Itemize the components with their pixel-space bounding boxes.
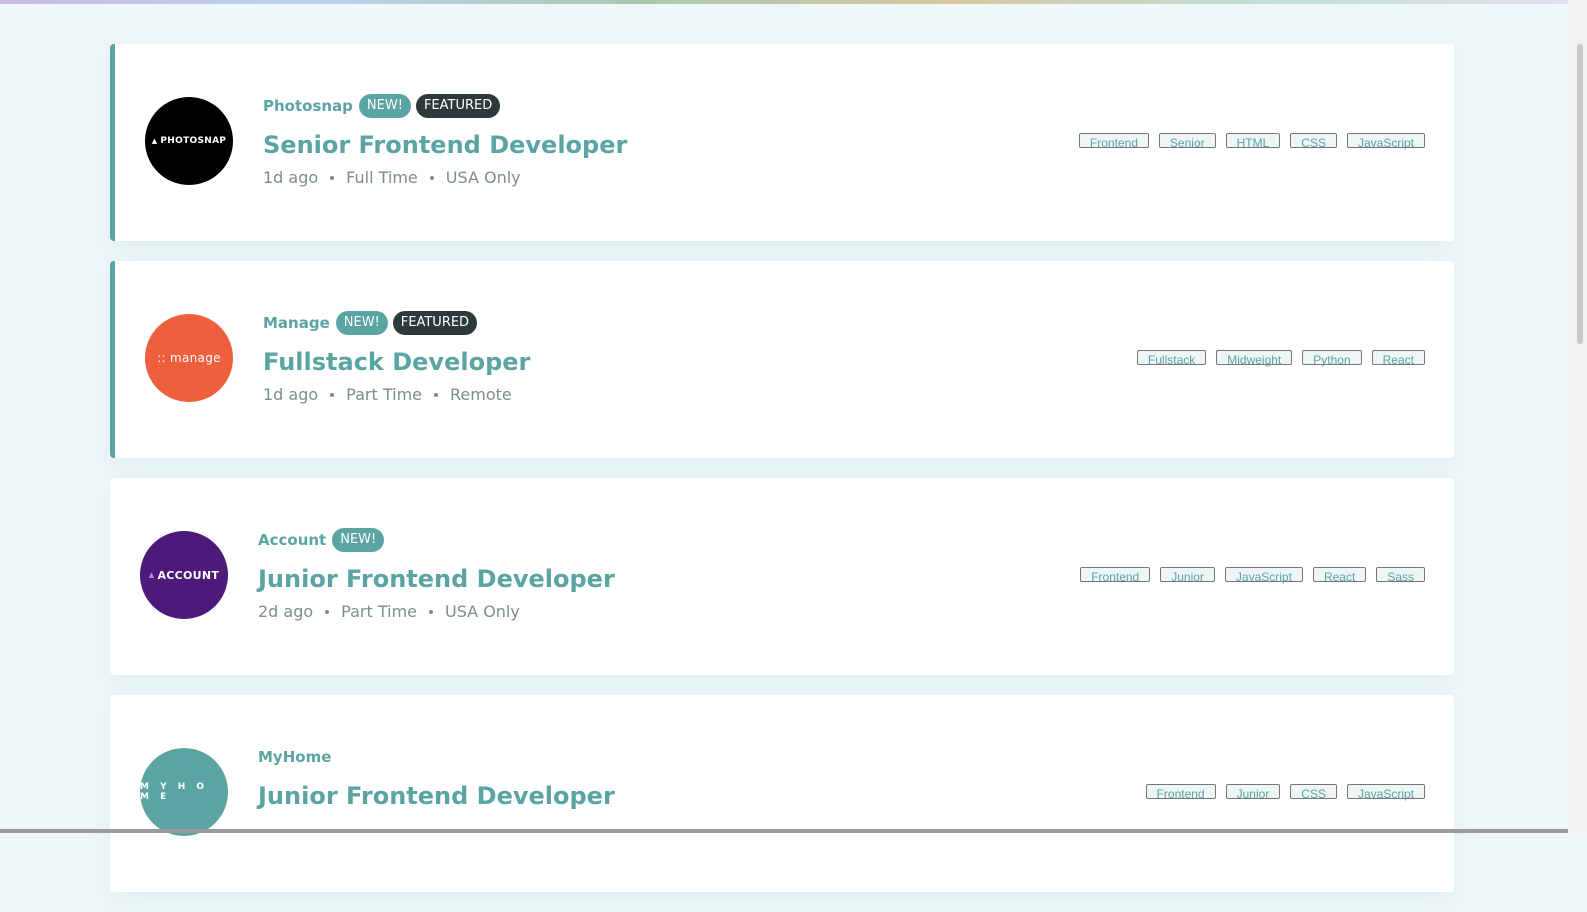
separator-dot — [434, 392, 438, 397]
posted-at: 1d ago — [263, 168, 319, 187]
tag-button[interactable]: Sass — [1376, 567, 1425, 584]
company-row: Photosnap NEW! FEATURED — [263, 94, 627, 118]
tag-button[interactable]: Senior — [1158, 133, 1216, 150]
job-location: Remote — [450, 385, 512, 404]
job-position[interactable]: Senior Frontend Developer — [263, 130, 627, 160]
company-logo-myhome: M Y H O M E — [140, 748, 228, 836]
tag-button[interactable]: CSS — [1290, 133, 1337, 150]
tag-list: Frontend Junior JavaScript React Sass — [1080, 567, 1425, 584]
separator-dot — [429, 609, 433, 614]
job-card-account: ▲ ACCOUNT Account NEW! Junior Frontend De… — [110, 478, 1454, 675]
tag-button[interactable]: React — [1371, 350, 1425, 367]
company-name: Photosnap — [263, 97, 353, 115]
job-meta: 1d ago Full Time USA Only — [263, 168, 627, 187]
new-badge: NEW! — [335, 311, 388, 335]
company-row: Account NEW! — [258, 528, 615, 552]
company-row: Manage NEW! FEATURED — [263, 311, 530, 335]
logo-text: ACCOUNT — [157, 568, 220, 582]
tag-list: Frontend Senior HTML CSS JavaScript — [1078, 133, 1425, 150]
new-badge: NEW! — [358, 94, 411, 118]
company-name: Manage — [263, 314, 330, 332]
tag-button[interactable]: Frontend — [1145, 784, 1216, 801]
job-info: Manage NEW! FEATURED Fullstack Developer… — [263, 311, 530, 404]
contract-type: Full Time — [346, 168, 418, 187]
tag-button[interactable]: JavaScript — [1346, 133, 1425, 150]
job-card-photosnap: ▲ PHOTOSNAP Photosnap NEW! FEATURED Senio… — [110, 44, 1454, 241]
posted-at: 2d ago — [258, 602, 314, 621]
separator-dot — [330, 392, 335, 397]
tag-button[interactable]: HTML — [1225, 133, 1281, 150]
tag-button[interactable]: Midweight — [1216, 350, 1293, 367]
tag-button[interactable]: Frontend — [1078, 133, 1149, 150]
tag-button[interactable]: JavaScript — [1224, 567, 1303, 584]
job-location: USA Only — [445, 602, 520, 621]
company-logo-account: ▲ ACCOUNT — [140, 531, 228, 619]
job-info: MyHome Junior Frontend Developer — [258, 745, 615, 811]
tag-list: Fullstack Midweight Python React — [1136, 350, 1425, 367]
separator-dot — [330, 175, 335, 180]
new-badge: NEW! — [332, 528, 385, 552]
job-info: Photosnap NEW! FEATURED Senior Frontend … — [263, 94, 627, 187]
company-name: MyHome — [258, 748, 332, 766]
tag-list: Frontend Junior CSS JavaScript — [1145, 784, 1425, 801]
tag-button[interactable]: JavaScript — [1346, 784, 1425, 801]
triangle-icon: ▲ — [148, 571, 155, 579]
tag-button[interactable]: Fullstack — [1136, 350, 1207, 367]
job-position[interactable]: Junior Frontend Developer — [258, 564, 615, 594]
job-meta: 2d ago Part Time USA Only — [258, 602, 615, 621]
featured-badge: FEATURED — [392, 311, 478, 335]
bottom-edge-bar — [0, 829, 1568, 833]
job-position[interactable]: Fullstack Developer — [263, 347, 530, 377]
logo-text: M Y H O M E — [140, 782, 209, 802]
tag-button[interactable]: CSS — [1290, 784, 1337, 801]
tag-button[interactable]: Junior — [1225, 784, 1281, 801]
tag-button[interactable]: Python — [1302, 350, 1362, 367]
company-logo-manage: :: manage — [145, 314, 233, 402]
contract-type: Part Time — [346, 385, 422, 404]
top-decorative-strip — [0, 0, 1587, 4]
tag-button[interactable]: Junior — [1160, 567, 1215, 584]
scrollbar-track[interactable] — [1568, 0, 1587, 833]
separator-dot — [429, 175, 434, 180]
job-meta: 1d ago Part Time Remote — [263, 385, 530, 404]
featured-badge: FEATURED — [415, 94, 501, 118]
triangle-icon: ▲ — [151, 137, 158, 145]
tag-button[interactable]: React — [1312, 567, 1367, 584]
company-logo-photosnap: ▲ PHOTOSNAP — [145, 97, 233, 185]
job-card-myhome: M Y H O M E MyHome Junior Frontend Devel… — [110, 695, 1454, 892]
logo-text: :: manage — [157, 351, 221, 365]
contract-type: Part Time — [341, 602, 417, 621]
job-location: USA Only — [445, 168, 521, 187]
company-name: Account — [258, 531, 327, 549]
job-info: Account NEW! Junior Frontend Developer 2… — [258, 528, 615, 621]
logo-text: PHOTOSNAP — [160, 136, 227, 146]
company-row: MyHome — [258, 745, 615, 769]
job-list: ▲ PHOTOSNAP Photosnap NEW! FEATURED Senio… — [110, 44, 1454, 912]
job-position[interactable]: Junior Frontend Developer — [258, 781, 615, 811]
tag-button[interactable]: Frontend — [1080, 567, 1151, 584]
job-card-manage: :: manage Manage NEW! FEATURED Fullstack… — [110, 261, 1454, 458]
posted-at: 1d ago — [263, 385, 319, 404]
separator-dot — [325, 609, 330, 614]
scrollbar-thumb[interactable] — [1577, 44, 1583, 344]
